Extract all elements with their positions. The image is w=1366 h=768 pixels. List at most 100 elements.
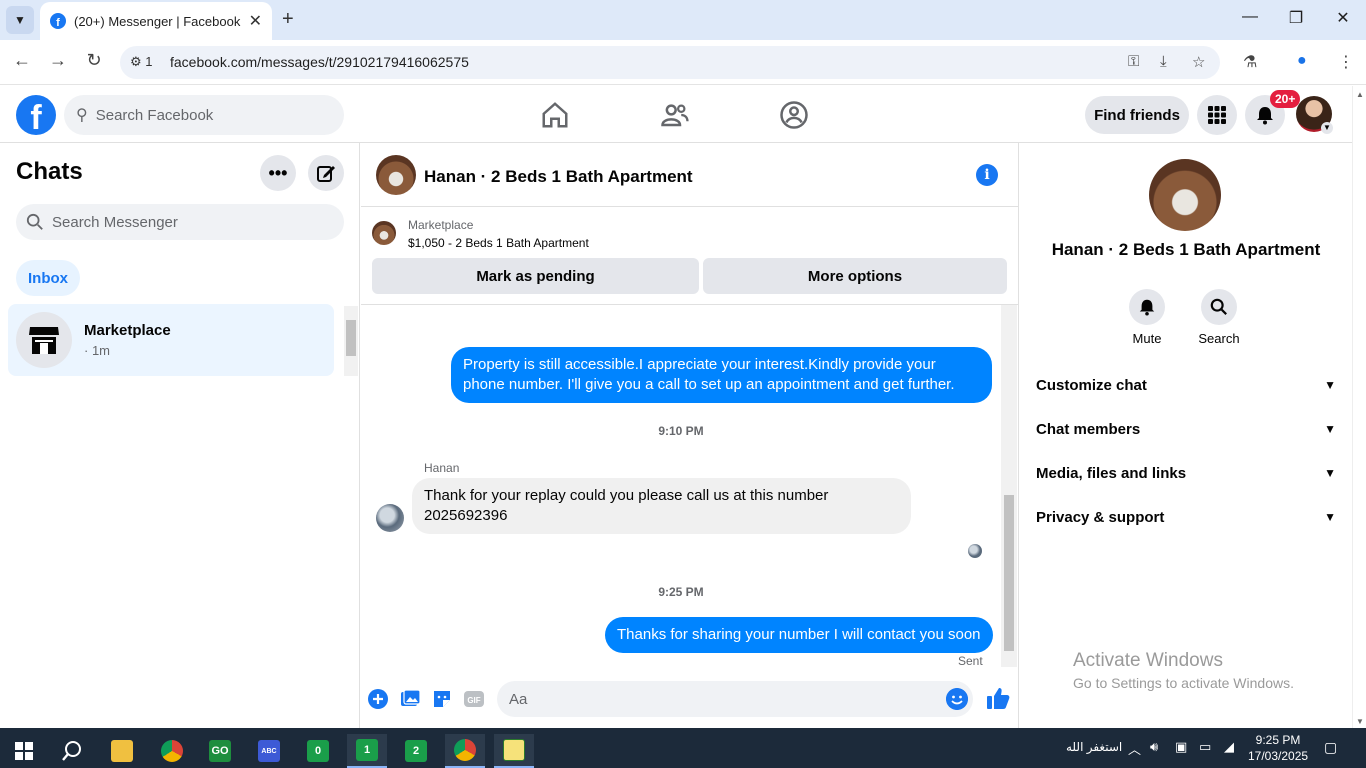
plus-circle-icon[interactable]: [367, 688, 389, 710]
sender-avatar[interactable]: [376, 504, 404, 532]
close-tab-icon[interactable]: ✕: [249, 11, 262, 31]
camera-icon[interactable]: ▣: [1175, 739, 1187, 755]
facebook-logo-icon[interactable]: f: [16, 95, 56, 135]
page-scrollbar[interactable]: ▲ ▼: [1352, 86, 1366, 728]
gif-icon[interactable]: GIF: [463, 688, 485, 710]
conversation-header: Hanan · 2 Beds 1 Bath Apartment i: [361, 143, 1019, 207]
search-in-conversation-button[interactable]: Search: [1189, 289, 1249, 346]
message-scrollbar[interactable]: [1001, 305, 1017, 667]
conversation-item[interactable]: Marketplace · 1m: [8, 304, 334, 376]
system-clock[interactable]: 9:25 PM 17/03/2025: [1248, 732, 1308, 764]
app-launcher-blue[interactable]: ABC: [249, 734, 289, 768]
minimize-window-button[interactable]: —: [1238, 8, 1262, 26]
taskbar-app-2[interactable]: 2: [396, 734, 436, 768]
messenger-search-placeholder: Search Messenger: [52, 213, 178, 231]
close-window-button[interactable]: ✕: [1331, 8, 1355, 28]
bookmark-star-icon[interactable]: ☆: [1192, 53, 1205, 71]
spreadsheet-icon: [503, 739, 525, 761]
message-status: Sent: [958, 654, 983, 667]
chats-options-button[interactable]: •••: [260, 155, 296, 191]
scrollbar-thumb[interactable]: [1004, 495, 1014, 651]
address-bar[interactable]: ⚙ 1 facebook.com/messages/t/291021794160…: [120, 46, 1220, 79]
search-icon: ⚲: [76, 107, 88, 124]
facebook-search[interactable]: ⚲ Search Facebook: [64, 95, 344, 135]
chats-scrollbar[interactable]: [344, 306, 358, 376]
privacy-support-section[interactable]: Privacy & support ▼: [1036, 495, 1336, 539]
timestamp: 9:25 PM: [658, 585, 704, 599]
chrome-app[interactable]: [152, 734, 192, 768]
restore-window-button[interactable]: ❐: [1284, 8, 1308, 28]
app-launcher-green[interactable]: GO: [200, 734, 240, 768]
new-tab-button[interactable]: +: [282, 8, 294, 31]
home-icon[interactable]: [540, 100, 570, 130]
chat-members-section[interactable]: Chat members ▼: [1036, 407, 1336, 451]
conversation-title[interactable]: Hanan · 2 Beds 1 Bath Apartment: [424, 167, 693, 187]
more-options-button[interactable]: More options: [703, 258, 1007, 294]
reload-button[interactable]: ↻: [82, 50, 106, 71]
profile-icon[interactable]: ●: [1297, 52, 1307, 70]
chrome-app-active[interactable]: [445, 734, 485, 768]
incoming-message[interactable]: Thank for your replay could you please c…: [412, 478, 911, 534]
sticker-icon[interactable]: [431, 688, 453, 710]
find-friends-button[interactable]: Find friends: [1085, 96, 1189, 134]
start-button[interactable]: [4, 734, 44, 768]
search-label: Search: [1198, 331, 1240, 346]
friends-icon[interactable]: [660, 100, 690, 130]
forward-button[interactable]: →: [46, 50, 70, 71]
tab-search-button[interactable]: ▼: [6, 6, 34, 34]
install-app-icon[interactable]: ⤓: [1160, 53, 1167, 70]
site-info-button[interactable]: ⚙ 1: [130, 54, 153, 70]
browser-menu-icon[interactable]: ⋮: [1338, 52, 1354, 72]
scroll-down-icon[interactable]: ▼: [1356, 717, 1364, 726]
media-files-links-section[interactable]: Media, files and links ▼: [1036, 451, 1336, 495]
browser-tab[interactable]: f (20+) Messenger | Facebook ✕: [40, 2, 272, 40]
chevron-up-icon[interactable]: ︿: [1128, 739, 1141, 758]
outgoing-message[interactable]: Property is still accessible.I appreciat…: [451, 347, 992, 403]
mute-button[interactable]: Mute: [1117, 289, 1177, 346]
wifi-icon[interactable]: ◢: [1224, 739, 1234, 755]
url-text: facebook.com/messages/t/2910217941606257…: [170, 54, 469, 70]
password-key-icon[interactable]: ⚿: [1128, 53, 1139, 70]
emoji-icon[interactable]: [946, 688, 968, 710]
tray-text[interactable]: استغفر الله: [1066, 740, 1122, 754]
timestamp: 9:10 PM: [658, 424, 704, 438]
new-message-button[interactable]: [308, 155, 344, 191]
file-explorer-app[interactable]: [102, 734, 142, 768]
inbox-tab[interactable]: Inbox: [16, 260, 80, 296]
thumbs-up-icon[interactable]: [985, 685, 1011, 711]
notification-center-icon[interactable]: ▢: [1324, 739, 1337, 756]
facebook-search-placeholder: Search Facebook: [95, 106, 214, 124]
scroll-up-icon[interactable]: ▲: [1356, 90, 1364, 99]
info-icon[interactable]: i: [976, 164, 998, 186]
menu-button[interactable]: [1197, 95, 1237, 135]
tab-title: (20+) Messenger | Facebook: [74, 13, 241, 29]
folder-icon: [111, 740, 133, 762]
outgoing-message[interactable]: Thanks for sharing your number I will co…: [605, 617, 993, 653]
bell-icon: [1257, 107, 1273, 125]
conversation-avatar[interactable]: [376, 155, 416, 195]
compose-icon: [317, 166, 335, 182]
app-icon: 1: [356, 739, 378, 761]
taskbar-app-0[interactable]: 0: [298, 734, 338, 768]
chrome-icon: [454, 739, 476, 761]
back-button[interactable]: ←: [10, 50, 34, 71]
windows-logo-icon: [15, 742, 33, 760]
photo-icon[interactable]: [399, 688, 421, 710]
battery-icon[interactable]: ▭: [1199, 739, 1211, 755]
taskbar-search-button[interactable]: [52, 734, 92, 768]
spreadsheet-app[interactable]: [494, 734, 534, 768]
messenger-search[interactable]: Search Messenger: [16, 204, 344, 240]
labs-flask-icon[interactable]: ⚗: [1243, 52, 1257, 72]
groups-icon[interactable]: [779, 100, 809, 130]
info-avatar[interactable]: [1149, 159, 1221, 231]
conversation-time: · 1m: [84, 343, 110, 358]
taskbar-app-1[interactable]: 1: [347, 734, 387, 768]
storefront-icon: [29, 327, 59, 354]
volume-icon[interactable]: 🔊︎: [1150, 739, 1158, 755]
mark-as-pending-button[interactable]: Mark as pending: [372, 258, 699, 294]
chats-title: Chats: [16, 158, 83, 185]
listing-title[interactable]: $1,050 - 2 Beds 1 Bath Apartment: [408, 236, 589, 250]
scrollbar-thumb[interactable]: [346, 320, 356, 356]
customize-chat-section[interactable]: Customize chat ▼: [1036, 363, 1336, 407]
message-input[interactable]: [497, 681, 973, 717]
